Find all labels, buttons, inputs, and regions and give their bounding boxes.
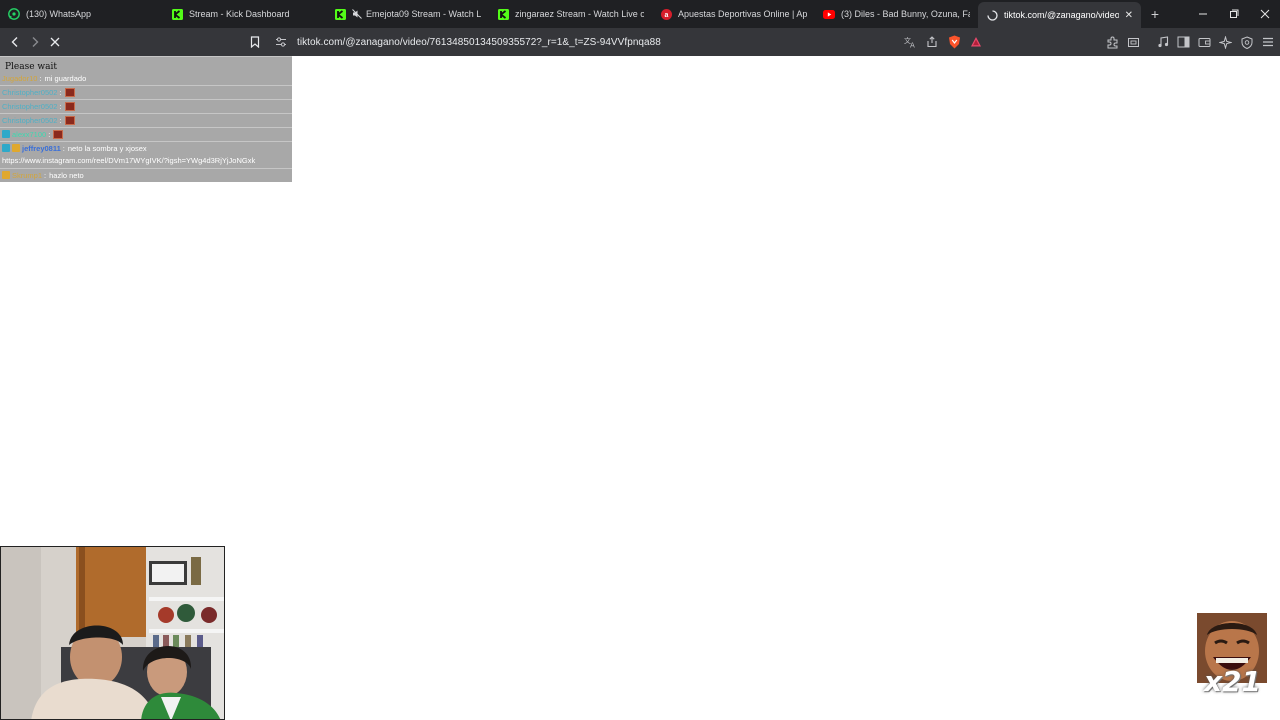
betting-icon: a: [660, 8, 672, 20]
chat-separator: :: [59, 101, 62, 111]
vpn-shield-icon[interactable]: [1238, 34, 1255, 50]
new-tab-button[interactable]: +: [1141, 0, 1169, 28]
tab-tiktok-active[interactable]: tiktok.com/@zanagano/video/7 ✕: [978, 2, 1141, 28]
chat-message: Christopher0502 :: [2, 100, 75, 112]
url-text[interactable]: tiktok.com/@zanagano/video/7613485013450…: [297, 37, 661, 48]
address-bar[interactable]: tiktok.com/@zanagano/video/7613485013450…: [268, 30, 990, 54]
chat-separator: :: [59, 87, 62, 97]
back-button[interactable]: [5, 32, 25, 52]
chat-message: Christopher0502 :: [2, 114, 75, 126]
tab-youtube-diles[interactable]: (3) Diles - Bad Bunny, Ozuna, Farruk: [815, 0, 978, 28]
chat-username: Christopher0502: [2, 101, 58, 111]
kick-icon: [171, 8, 183, 20]
chat-message: alexx7100 :: [2, 128, 64, 140]
bookmark-icon[interactable]: [247, 34, 263, 50]
chat-username: jeffrey0811: [22, 143, 61, 153]
webcam-overlay: [0, 546, 225, 720]
translate-icon[interactable]: 文A: [902, 34, 918, 50]
chat-separator: :: [59, 115, 62, 125]
svg-text:a: a: [664, 12, 668, 19]
tab-kick-dashboard[interactable]: Stream - Kick Dashboard: [163, 0, 326, 28]
chat-message: Skrump1 : hazlo neto: [2, 169, 84, 181]
close-window-button[interactable]: [1249, 0, 1280, 28]
chat-message-continuation: https://www.instagram.com/reel/DVm17WYgI…: [2, 154, 255, 166]
tab-strip: (130) WhatsApp Stream - Kick Dashboard E…: [0, 0, 1280, 28]
close-tab-icon[interactable]: ✕: [1125, 10, 1133, 21]
chat-separator: :: [39, 73, 42, 83]
muted-speaker-icon[interactable]: [352, 9, 362, 19]
chat-username: Christopher0502: [2, 87, 58, 97]
subscriber-badge-icon: [2, 130, 10, 138]
chat-username: Skrump1: [12, 170, 43, 180]
wallet-icon[interactable]: [1196, 34, 1213, 50]
loading-status-text: Please wait: [5, 62, 57, 72]
browser-toolbar: tiktok.com/@zanagano/video/7613485013450…: [0, 28, 1280, 56]
emote-icon: [64, 101, 75, 111]
tab-title: tiktok.com/@zanagano/video/7: [1004, 10, 1119, 20]
tab-title: zingaraez Stream - Watch Live on Ki: [515, 9, 644, 19]
tab-zingaraez[interactable]: zingaraez Stream - Watch Live on Ki: [489, 0, 652, 28]
page-viewport: Please wait Jugador10 : mi guardado Chri…: [0, 56, 1280, 720]
kick-icon: [334, 8, 346, 20]
tab-whatsapp[interactable]: (130) WhatsApp: [0, 0, 163, 28]
chat-username: alexx7100: [12, 129, 47, 139]
extensions-icon[interactable]: [1104, 34, 1121, 50]
loading-icon: [986, 9, 998, 21]
tab-emejota09[interactable]: Emejota09 Stream - Watch Live o: [326, 0, 489, 28]
chat-text: mi guardado: [44, 73, 87, 83]
crown-badge-icon: [12, 144, 20, 152]
tab-title: (130) WhatsApp: [26, 9, 92, 19]
chat-separator: :: [44, 170, 47, 180]
tab-apuestas[interactable]: a Apuestas Deportivas Online | Apuest: [652, 0, 815, 28]
chat-text: neto la sombra y xjosex: [67, 143, 147, 153]
svg-text:A: A: [910, 42, 915, 49]
extension-tools: [1104, 34, 1276, 50]
tab-title: Emejota09 Stream - Watch Live o: [366, 9, 481, 19]
emote-combo-overlay: x21: [1197, 613, 1267, 703]
chat-message: Christopher0502 :: [2, 86, 75, 98]
chat-username: Christopher0502: [2, 115, 58, 125]
chat-message: jeffrey0811 : neto la sombra y xjosex: [2, 142, 147, 154]
menu-icon[interactable]: [1259, 34, 1276, 50]
screenshot-icon[interactable]: [1125, 34, 1142, 50]
emote-icon: [53, 129, 64, 139]
crown-badge-icon: [2, 171, 10, 179]
chat-separator: :: [48, 129, 51, 139]
whatsapp-icon: [8, 8, 20, 20]
chat-overlay: Please wait Jugador10 : mi guardado Chri…: [0, 56, 292, 182]
tab-title: Stream - Kick Dashboard: [189, 9, 290, 19]
emote-combo-count: x21: [1204, 665, 1262, 698]
share-icon[interactable]: [924, 34, 940, 50]
chat-text: hazlo neto: [49, 170, 84, 180]
window-controls: [1187, 0, 1280, 28]
subscriber-badge-icon: [2, 144, 10, 152]
tab-title: (3) Diles - Bad Bunny, Ozuna, Farruk: [841, 9, 970, 19]
tab-title: Apuestas Deportivas Online | Apuest: [678, 9, 807, 19]
emote-icon: [64, 87, 75, 97]
forward-button[interactable]: [25, 32, 45, 52]
kick-icon: [497, 8, 509, 20]
stop-loading-button[interactable]: [45, 32, 65, 52]
youtube-icon: [823, 8, 835, 20]
minimize-button[interactable]: [1187, 0, 1218, 28]
emote-icon: [64, 115, 75, 125]
leo-ai-icon[interactable]: [1217, 34, 1234, 50]
webcam-feed-image: [1, 547, 224, 719]
site-settings-icon[interactable]: [273, 34, 289, 50]
chat-username: Jugador10: [2, 73, 38, 83]
chat-separator: :: [62, 143, 65, 153]
sidebar-icon[interactable]: [1175, 34, 1192, 50]
chat-message: Jugador10 : mi guardado: [2, 72, 86, 84]
brave-rewards-icon[interactable]: [968, 34, 984, 50]
chat-link-text[interactable]: https://www.instagram.com/reel/DVm17WYgI…: [2, 156, 255, 165]
address-bar-actions: 文A: [902, 34, 984, 50]
restore-button[interactable]: [1218, 0, 1249, 28]
brave-shields-icon[interactable]: [946, 34, 962, 50]
media-control-icon[interactable]: [1154, 34, 1171, 50]
